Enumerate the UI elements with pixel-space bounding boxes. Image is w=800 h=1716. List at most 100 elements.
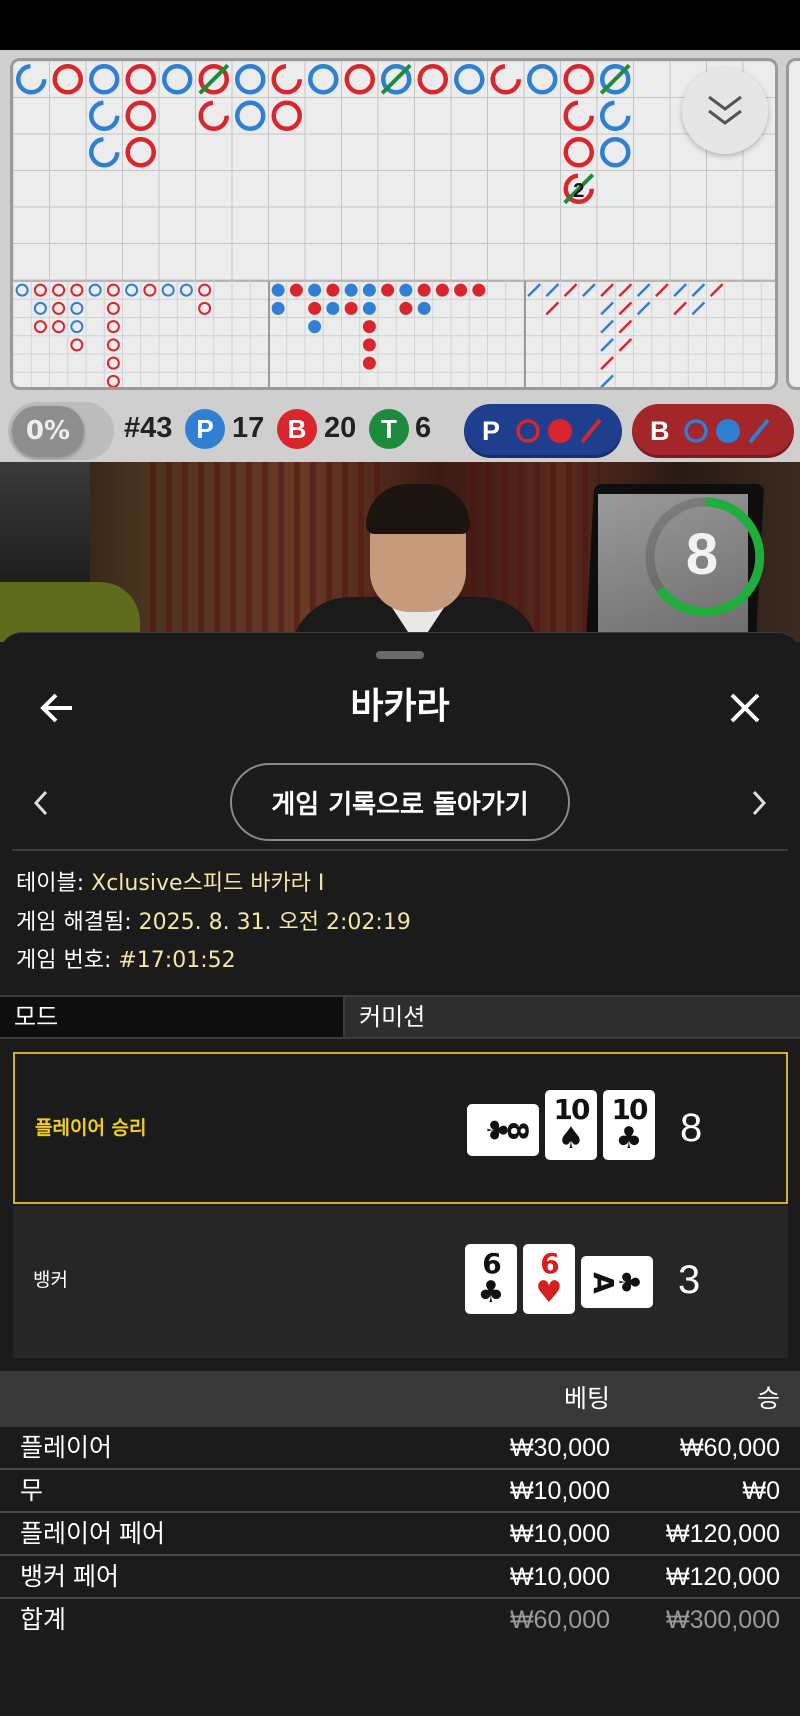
card-suit: ♣: [615, 1121, 643, 1156]
derived-road-marker: [600, 374, 615, 387]
mode-commission-bar: 모드 커미션: [0, 995, 800, 1039]
playing-card: A ♣: [581, 1256, 653, 1308]
scoreboard-grid: 2: [13, 61, 775, 387]
banker-hand-label: 뱅커: [33, 1269, 68, 1291]
derived-road-marker: [654, 283, 669, 298]
percent-toggle[interactable]: 0%: [8, 402, 114, 460]
table-info: 테이블: Xclusive스피드 바카라 I: [16, 867, 324, 901]
card-rank: 8: [501, 1121, 535, 1139]
big-road-marker: [527, 64, 558, 95]
bet-name: 무: [20, 1477, 44, 1505]
derived-road-marker: [600, 337, 615, 352]
game-history-sheet: 바카라 게임 기록으로 돌아가기 테이블: Xclusive스피드 바카라 I …: [0, 632, 800, 1716]
total-bet: ₩60,000: [509, 1606, 610, 1634]
stats-bar: 0% #43 P 17 B 20 T 6 P B: [0, 396, 800, 462]
card-suit: ♣: [612, 1269, 646, 1295]
derived-road-marker: [417, 301, 431, 315]
playing-card: 6 ♣: [465, 1244, 517, 1314]
game-number-value: #17:01:52: [118, 948, 236, 973]
big-road-marker: [271, 100, 302, 131]
predict-symbols-icon: [516, 418, 602, 444]
bet-amount: ₩10,000: [509, 1520, 610, 1548]
derived-road-marker: [362, 283, 376, 297]
derived-road-marker: [618, 283, 633, 298]
big-road-marker: [89, 137, 120, 168]
big-road-marker: [271, 64, 302, 95]
big-road-marker: [162, 64, 193, 95]
win-amount: ₩0: [742, 1477, 781, 1505]
derived-road-marker: [618, 319, 633, 334]
percent-value: 0%: [12, 406, 84, 456]
big-road-marker: [563, 64, 594, 95]
derived-road-marker: [600, 356, 615, 371]
big-road-marker: [16, 64, 47, 95]
table-value: Xclusive스피드 바카라 I: [91, 871, 325, 896]
win-amount: ₩120,000: [666, 1520, 780, 1548]
derived-road-marker: [673, 283, 688, 298]
game-number-info: 게임 번호: #17:01:52: [16, 944, 236, 978]
playing-card: ♣ 8: [467, 1104, 539, 1156]
derived-road-marker: [399, 301, 413, 315]
player-predict-label: P: [482, 415, 501, 446]
derived-road-marker: [563, 283, 578, 298]
derived-road-marker: [527, 283, 542, 298]
derived-road-marker: [472, 283, 486, 297]
bet-name: 플레이어: [20, 1434, 113, 1462]
scoreboard-next: [786, 58, 800, 390]
derived-road-marker: [344, 283, 358, 297]
tab-commission[interactable]: 커미션: [345, 997, 800, 1037]
chevron-left-icon: [33, 790, 48, 816]
roadmap-panel: 2 0% #43 P 17 B 20 T 6 P B: [0, 50, 800, 462]
derived-road-marker: [691, 301, 706, 316]
derived-road-marker: [362, 320, 376, 334]
derived-road-marker: [106, 338, 120, 352]
big-road-marker: [125, 64, 156, 95]
derived-road-marker: [435, 283, 449, 297]
derived-road-marker: [326, 283, 340, 297]
previous-game-button[interactable]: [16, 773, 66, 833]
big-road-marker: [89, 64, 120, 95]
scoreboard[interactable]: 2: [10, 58, 778, 390]
derived-road-marker: [362, 301, 376, 315]
back-to-history-button[interactable]: 게임 기록으로 돌아가기: [230, 763, 570, 841]
derived-road-marker: [581, 283, 596, 298]
derived-road-marker: [179, 283, 193, 297]
big-road-marker: [235, 100, 266, 131]
sheet-drag-handle[interactable]: [376, 651, 424, 659]
player-hand-label: 플레이어 승리: [35, 1117, 147, 1139]
win-amount: ₩120,000: [666, 1563, 780, 1591]
card-suit: ♠: [557, 1121, 585, 1156]
banker-predict-button[interactable]: B: [632, 404, 794, 458]
total-label: 합계: [20, 1606, 67, 1634]
player-predict-button[interactable]: P: [464, 404, 622, 458]
derived-road-marker: [618, 337, 633, 352]
tie-badge: T: [369, 409, 409, 449]
bet-amount: ₩10,000: [509, 1477, 610, 1505]
total-win: ₩300,000: [666, 1606, 780, 1634]
table-label: 테이블:: [16, 871, 85, 896]
total-row: 합계 ₩60,000 ₩300,000: [0, 1599, 800, 1642]
card-suit: ♥: [535, 1275, 563, 1310]
table-row: 플레이어 ₩30,000 ₩60,000: [0, 1427, 800, 1470]
derived-road-marker: [326, 301, 340, 315]
derived-road-marker: [33, 301, 47, 315]
collapse-roadmap-button[interactable]: [682, 68, 768, 154]
bet-amount: ₩10,000: [509, 1563, 610, 1591]
big-road-marker: [89, 100, 120, 131]
resolved-value: 2025. 8. 31. 오전 2:02:19: [138, 910, 411, 935]
tab-mode[interactable]: 모드: [0, 997, 345, 1037]
big-road-marker: [563, 100, 594, 131]
next-game-button[interactable]: [734, 773, 784, 833]
card-rank: 10: [611, 1093, 649, 1126]
chevron-right-icon: [752, 790, 767, 816]
derived-road-marker: [308, 320, 322, 334]
derived-road-marker: [125, 283, 139, 297]
close-button[interactable]: [710, 673, 780, 743]
divider: [12, 849, 788, 851]
derived-road-marker: [70, 283, 84, 297]
derived-road-marker: [289, 283, 303, 297]
big-road-marker: [454, 64, 485, 95]
derived-road-marker: [344, 301, 358, 315]
dealer-hair: [366, 484, 470, 534]
derived-road-marker: [52, 301, 66, 315]
